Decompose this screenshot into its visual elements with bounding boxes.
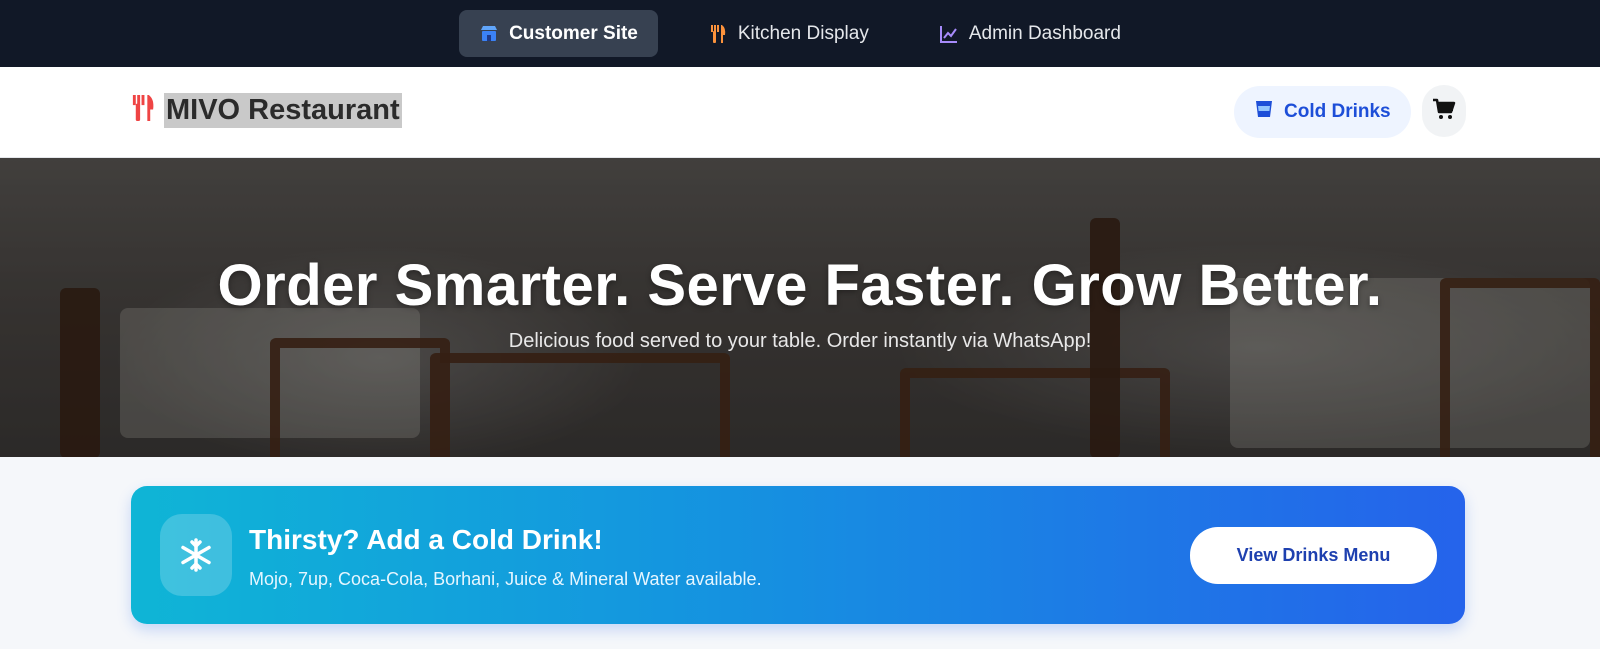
cold-drink-promo: Thirsty? Add a Cold Drink! Mojo, 7up, Co… xyxy=(131,486,1465,624)
tab-label: Admin Dashboard xyxy=(968,22,1121,44)
snowflake-icon xyxy=(160,514,232,596)
site-header: MIVO Restaurant Cold Drinks xyxy=(0,67,1600,158)
chart-line-icon xyxy=(939,24,959,44)
tab-label: Kitchen Display xyxy=(737,22,869,44)
utensils-icon xyxy=(708,24,728,44)
hero-headline: Order Smarter. Serve Faster. Grow Better… xyxy=(217,253,1383,318)
utensils-icon xyxy=(130,93,156,128)
view-drinks-menu-button[interactable]: View Drinks Menu xyxy=(1190,527,1437,584)
tab-label: Customer Site xyxy=(509,22,638,44)
app-switcher-bar: Customer Site Kitchen Display Admin Dash… xyxy=(0,0,1600,67)
cart-icon xyxy=(1432,98,1456,125)
cold-drinks-button[interactable]: Cold Drinks xyxy=(1234,86,1411,138)
tab-customer-site[interactable]: Customer Site xyxy=(459,10,658,57)
cart-button[interactable] xyxy=(1422,85,1466,137)
tab-kitchen-display[interactable]: Kitchen Display xyxy=(688,10,889,57)
tab-admin-dashboard[interactable]: Admin Dashboard xyxy=(919,10,1141,57)
hero-subtitle: Delicious food served to your table. Ord… xyxy=(508,330,1092,352)
promo-description: Mojo, 7up, Coca-Cola, Borhani, Juice & M… xyxy=(249,569,762,589)
cold-drinks-label: Cold Drinks xyxy=(1284,101,1391,122)
brand-title: MIVO Restaurant xyxy=(164,93,402,128)
glass-icon xyxy=(1254,99,1274,125)
brand[interactable]: MIVO Restaurant xyxy=(130,93,402,128)
store-icon xyxy=(479,24,499,44)
promo-title: Thirsty? Add a Cold Drink! xyxy=(249,524,603,555)
hero-banner: Order Smarter. Serve Faster. Grow Better… xyxy=(0,158,1600,457)
